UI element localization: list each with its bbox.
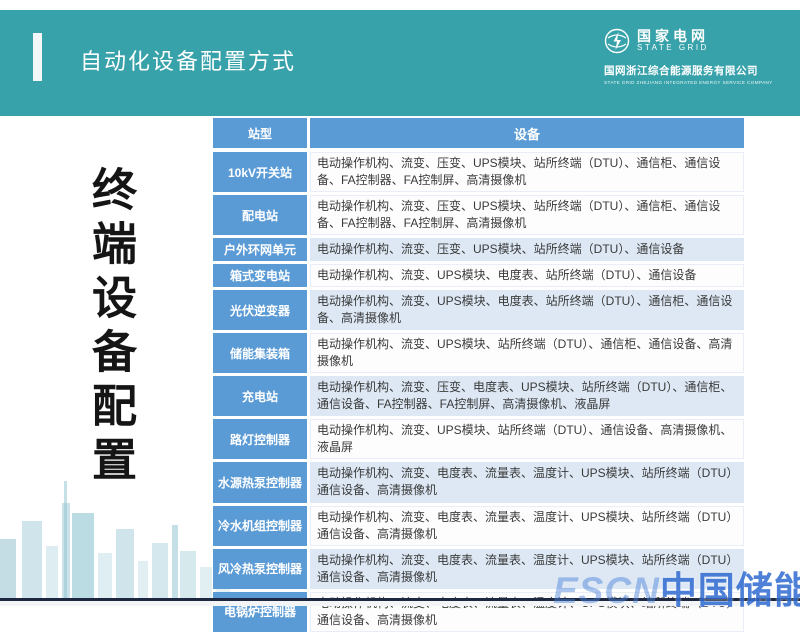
station-cell: 路灯控制器 (213, 419, 307, 459)
slide-title: 自动化设备配置方式 (80, 44, 296, 76)
equipment-text: 电动操作机构、流变、UPS模块、站所终端（DTU）、通信设备、高清摄像机、液晶屏 (317, 422, 736, 456)
watermark-cn: 中国储能网 (660, 570, 800, 611)
equipment-text: 电动操作机构、流变、压变、UPS模块、站所终端（DTU）、通信设备 (317, 241, 684, 258)
logo-brand-en: STATE GRID (637, 44, 709, 53)
logo-company-cn: 国网浙江综合能源服务有限公司 (604, 63, 773, 78)
station-cell: 配电站 (213, 195, 307, 235)
equipment-cell: 电动操作机构、流变、UPS模块、站所终端（DTU）、通信设备、高清摄像机、液晶屏 (310, 419, 744, 459)
table-row: 水源热泵控制器 电动操作机构、流变、电度表、流量表、温度计、UPS模块、站所终端… (213, 462, 744, 502)
title-accent-bar (33, 33, 42, 81)
column-header-station: 站型 (213, 118, 307, 148)
station-cell: 10kV开关站 (213, 152, 307, 192)
column-header-equipment: 设备 (310, 118, 744, 148)
equipment-cell: 电动操作机构、流变、电度表、流量表、温度计、UPS模块、站所终端（DTU）通信设… (310, 506, 744, 546)
station-cell: 风冷热泵控制器 (213, 549, 307, 589)
equipment-cell: 电动操作机构、流变、压变、UPS模块、站所终端（DTU）、通信柜、通信设备、FA… (310, 195, 744, 235)
state-grid-logo: 国家电网 STATE GRID 国网浙江综合能源服务有限公司 STATE GRI… (604, 28, 773, 85)
equipment-cell: 电动操作机构、流变、压变、UPS模块、站所终端（DTU）、通信柜、通信设备、FA… (310, 152, 744, 192)
city-skyline-graphic (0, 476, 235, 601)
station-cell: 储能集装箱 (213, 333, 307, 373)
equipment-cell: 电动操作机构、流变、电度表、流量表、温度计、UPS模块、站所终端（DTU）通信设… (310, 462, 744, 502)
table-row: 冷水机组控制器 电动操作机构、流变、电度表、流量表、温度计、UPS模块、站所终端… (213, 506, 744, 546)
station-cell: 箱式变电站 (213, 264, 307, 287)
table-row: 箱式变电站 电动操作机构、流变、UPS模块、电度表、站所终端（DTU）、通信设备 (213, 264, 744, 287)
equipment-table: 站型 设备 10kV开关站 电动操作机构、流变、压变、UPS模块、站所终端（DT… (213, 118, 744, 635)
station-cell: 光伏逆变器 (213, 290, 307, 330)
logo-company-en: STATE GRID ZHEJIANG INTEGRATED ENERGY SE… (604, 80, 773, 85)
table-row: 充电站 电动操作机构、流变、压变、电度表、UPS模块、站所终端（DTU）、通信柜… (213, 376, 744, 416)
equipment-cell: 电动操作机构、流变、UPS模块、电度表、站所终端（DTU）、通信设备 (310, 264, 744, 287)
equipment-text: 电动操作机构、流变、压变、电度表、UPS模块、站所终端（DTU）、通信柜、通信设… (317, 379, 736, 413)
table-row: 配电站 电动操作机构、流变、压变、UPS模块、站所终端（DTU）、通信柜、通信设… (213, 195, 744, 235)
equipment-cell: 电动操作机构、流变、UPS模块、电度表、站所终端（DTU）、通信柜、通信设备、高… (310, 290, 744, 330)
equipment-text: 电动操作机构、流变、压变、UPS模块、站所终端（DTU）、通信柜、通信设备、FA… (317, 155, 736, 189)
equipment-cell: 电动操作机构、流变、UPS模块、站所终端（DTU）、通信柜、通信设备、高清摄像机 (310, 333, 744, 373)
equipment-text: 电动操作机构、流变、压变、UPS模块、站所终端（DTU）、通信柜、通信设备、FA… (317, 198, 736, 232)
table-row: 户外环网单元 电动操作机构、流变、压变、UPS模块、站所终端（DTU）、通信设备 (213, 238, 744, 261)
side-vertical-title: 终端设备配置 (88, 166, 133, 490)
header-band: 自动化设备配置方式 国家电网 STATE GRID 国网浙江综合能源服务有限公司… (0, 10, 800, 116)
station-cell: 充电站 (213, 376, 307, 416)
equipment-text: 电动操作机构、流变、电度表、流量表、温度计、UPS模块、站所终端（DTU）通信设… (317, 509, 736, 543)
table-row: 10kV开关站 电动操作机构、流变、压变、UPS模块、站所终端（DTU）、通信柜… (213, 152, 744, 192)
equipment-cell: 电动操作机构、流变、压变、电度表、UPS模块、站所终端（DTU）、通信柜、通信设… (310, 376, 744, 416)
equipment-text: 电动操作机构、流变、电度表、流量表、温度计、UPS模块、站所终端（DTU）通信设… (317, 465, 736, 499)
table-row: 储能集装箱 电动操作机构、流变、UPS模块、站所终端（DTU）、通信柜、通信设备… (213, 333, 744, 373)
station-cell: 户外环网单元 (213, 238, 307, 261)
station-cell: 冷水机组控制器 (213, 506, 307, 546)
logo-brand-cn: 国家电网 (637, 29, 709, 44)
state-grid-emblem-icon (604, 28, 630, 54)
equipment-text: 电动操作机构、流变、UPS模块、电度表、站所终端（DTU）、通信设备 (317, 267, 696, 284)
table-row: 光伏逆变器 电动操作机构、流变、UPS模块、电度表、站所终端（DTU）、通信柜、… (213, 290, 744, 330)
equipment-text: 电动操作机构、流变、UPS模块、站所终端（DTU）、通信柜、通信设备、高清摄像机 (317, 336, 736, 370)
equipment-text: 电动操作机构、流变、UPS模块、电度表、站所终端（DTU）、通信柜、通信设备、高… (317, 293, 736, 327)
table-header-row: 站型 设备 (213, 118, 744, 148)
watermark-en: ESCN (553, 570, 660, 611)
equipment-cell: 电动操作机构、流变、压变、UPS模块、站所终端（DTU）、通信设备 (310, 238, 744, 261)
station-cell: 水源热泵控制器 (213, 462, 307, 502)
table-row: 路灯控制器 电动操作机构、流变、UPS模块、站所终端（DTU）、通信设备、高清摄… (213, 419, 744, 459)
